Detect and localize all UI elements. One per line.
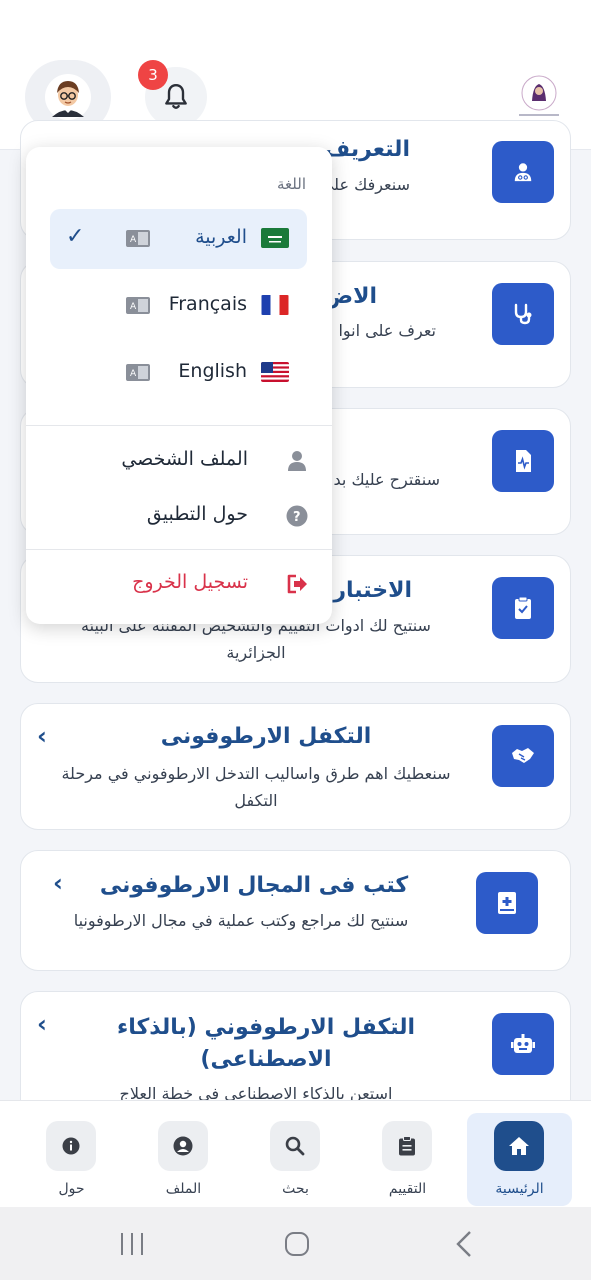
info-icon (62, 1137, 80, 1155)
saudi-flag-icon (261, 228, 289, 248)
home-system-button[interactable] (282, 1229, 312, 1259)
nav-icon-box (158, 1121, 208, 1171)
menu-item-label: حول التطبيق (146, 503, 248, 525)
menu-divider (26, 425, 332, 426)
nav-label: الرئيسية (495, 1181, 544, 1197)
bottom-navigation: حول الملف بحث التقييم الرئيسية (0, 1100, 591, 1207)
language-option-arabic[interactable]: ✓ A العربية (50, 209, 307, 269)
nav-item-about[interactable]: حول (19, 1113, 124, 1206)
search-icon (285, 1136, 305, 1156)
card-icon-box (492, 430, 554, 492)
home-icon (509, 1137, 529, 1155)
nav-item-assessment[interactable]: التقييم (355, 1113, 460, 1206)
card-books[interactable]: ‹ كتب فى المجال الارطوفونى سنتيح لك مراج… (20, 850, 571, 971)
book-medical-icon (498, 892, 516, 914)
translate-icon: A (126, 364, 150, 381)
menu-item-profile[interactable]: الملف الشخصي (26, 443, 332, 479)
card-icon-box (492, 577, 554, 639)
recent-apps-button[interactable] (117, 1229, 147, 1259)
clipboard-check-icon (515, 596, 531, 619)
nav-item-profile[interactable]: الملف (131, 1113, 236, 1206)
menu-item-label: الملف الشخصي (121, 448, 248, 470)
language-label: Français (168, 293, 247, 315)
nav-icon-box (270, 1121, 320, 1171)
language-label: English (178, 360, 247, 382)
nav-item-home[interactable]: الرئيسية (467, 1113, 572, 1206)
handshake-icon (512, 748, 534, 763)
clipboard-icon (399, 1136, 415, 1156)
card-description: سنقترح عليك بد (333, 470, 441, 489)
user-icon (288, 451, 306, 471)
user-doctor-icon (514, 163, 532, 182)
back-button[interactable] (449, 1229, 479, 1259)
card-title: التكفل الارطوفونى (160, 724, 372, 749)
svg-text:?: ? (293, 510, 301, 525)
app-logo (513, 73, 565, 121)
card-icon-box (492, 141, 554, 203)
file-waveform-icon (516, 450, 531, 472)
system-navigation-bar (0, 1207, 591, 1280)
notification-badge: 3 (138, 60, 168, 90)
svg-text:A: A (130, 369, 137, 379)
language-option-french[interactable]: A Français (50, 276, 307, 336)
card-title: التعريف (324, 137, 410, 162)
nav-label: حول (58, 1181, 85, 1197)
svg-text:A: A (130, 302, 137, 312)
svg-text:A: A (130, 235, 137, 245)
card-title: كتب فى المجال الارطوفونى (99, 873, 409, 898)
menu-divider (26, 549, 332, 550)
check-icon: ✓ (66, 224, 85, 249)
recent-apps-icon (121, 1233, 143, 1255)
card-icon-box (492, 283, 554, 345)
language-heading: اللغة (277, 175, 306, 193)
card-description: سنعطيك اهم طرق واساليب التدخل الارطوفوني… (61, 764, 451, 810)
card-title: التكفل الارطوفوني (بالذكاء الاصطناعى) (116, 1015, 416, 1072)
card-orthophonic-care[interactable]: ‹ التكفل الارطوفونى سنعطيك اهم طرق واسال… (20, 703, 571, 830)
language-option-english[interactable]: A English (50, 343, 307, 403)
card-icon-box (492, 1013, 554, 1075)
avatar (45, 74, 91, 120)
translate-icon: A (126, 297, 150, 314)
question-circle-icon: ? (286, 505, 308, 527)
france-flag-icon (261, 295, 289, 315)
card-title: الاختبارا (325, 578, 412, 603)
card-description: تعرف على انوا (338, 321, 436, 340)
card-icon-box (492, 725, 554, 787)
user-circle-icon (173, 1136, 193, 1156)
nav-label: التقييم (388, 1181, 427, 1197)
nav-icon-box (46, 1121, 96, 1171)
chevron-left-icon: ‹ (37, 722, 47, 750)
language-label: العربية (195, 226, 247, 248)
us-flag-icon (261, 362, 289, 382)
user-dropdown-menu: اللغة ✓ A العربية A Français A English ا… (26, 147, 332, 624)
card-icon-box (476, 872, 538, 934)
logout-label: تسجيل الخروج (132, 571, 248, 593)
chevron-left-icon: ‹ (53, 869, 63, 897)
nav-item-search[interactable]: بحث (243, 1113, 348, 1206)
home-circle-icon (285, 1232, 309, 1256)
nav-label: بحث (282, 1181, 309, 1197)
back-arrow-icon (456, 1231, 471, 1257)
nav-icon-box (494, 1121, 544, 1171)
nav-label: الملف (165, 1181, 202, 1197)
card-description: سنتيح لك مراجع وكتب عملية في مجال الارطو… (73, 911, 409, 930)
robot-icon (511, 1034, 535, 1053)
bell-icon (165, 83, 187, 109)
sign-out-icon (287, 574, 307, 594)
translate-icon: A (126, 230, 150, 247)
menu-item-about[interactable]: حول التطبيق ? (26, 499, 332, 535)
nav-icon-box (382, 1121, 432, 1171)
menu-item-logout[interactable]: تسجيل الخروج (26, 567, 332, 603)
stethoscope-icon (514, 303, 532, 325)
chevron-left-icon: ‹ (37, 1010, 47, 1038)
